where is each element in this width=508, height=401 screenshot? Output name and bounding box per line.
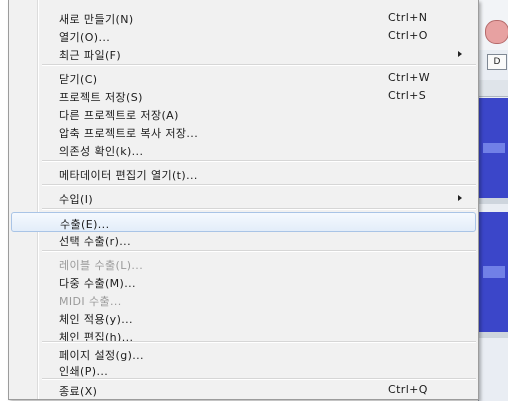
- menu-item-label: 다른 프로젝트로 저장(A): [59, 109, 179, 122]
- menu-item-edit-chains[interactable]: 체인 편집(h)...: [11, 326, 476, 346]
- menu-item-label: MIDI 수출...: [59, 295, 122, 308]
- background-record-button[interactable]: [485, 20, 508, 44]
- menu-item-save-project-as[interactable]: 다른 프로젝트로 저장(A): [11, 104, 476, 124]
- menu-item-exit[interactable]: 종료(X) Ctrl+Q: [11, 380, 476, 400]
- menu-item-shortcut: Ctrl+Q: [388, 383, 428, 396]
- background-waveform-track: [479, 98, 508, 198]
- background-app-window: D: [478, 0, 508, 401]
- menu-item-label: 압축 프로젝트로 복사 저장...: [59, 127, 199, 140]
- menu-item-close[interactable]: 닫기(C) Ctrl+W: [11, 68, 476, 88]
- menu-item-shortcut: Ctrl+O: [388, 29, 428, 42]
- submenu-arrow-icon: [458, 51, 462, 57]
- menu-item-recent-files[interactable]: 최근 파일(F): [11, 44, 476, 64]
- menu-item-label: 수입(I): [59, 193, 94, 206]
- menu-item-print[interactable]: 인쇄(P)...: [11, 360, 476, 380]
- menu-item-label: 다중 수출(M)...: [59, 277, 136, 290]
- menu-item-label: 인쇄(P)...: [59, 365, 109, 378]
- background-track-divider: [479, 198, 508, 204]
- menu-item-shortcut: Ctrl+N: [388, 11, 428, 24]
- file-menu: 새로 만들기(N) Ctrl+N 열기(O)... Ctrl+O 최근 파일(F…: [8, 0, 479, 400]
- menu-separator: [42, 378, 476, 379]
- menu-item-export[interactable]: 수출(E)...: [11, 212, 476, 232]
- menu-item-label: 체인 편집(h)...: [59, 331, 134, 344]
- menu-item-shortcut: Ctrl+S: [388, 89, 427, 102]
- menu-item-label: 레이블 수출(L)...: [59, 259, 144, 272]
- background-track-divider: [479, 332, 508, 338]
- menu-item-label: 열기(O)...: [59, 31, 111, 44]
- menu-item-export-midi[interactable]: MIDI 수출...: [11, 290, 476, 310]
- menu-item-export-selection[interactable]: 선택 수출(r)...: [11, 230, 476, 250]
- submenu-arrow-icon: [458, 195, 462, 201]
- menu-item-label: 선택 수출(r)...: [59, 235, 131, 248]
- menu-separator: [42, 64, 476, 65]
- menu-separator: [42, 160, 476, 161]
- menu-item-label: 의존성 확인(k)...: [59, 145, 144, 158]
- menu-item-export-multiple[interactable]: 다중 수출(M)...: [11, 272, 476, 292]
- menu-item-label: 종료(X): [59, 385, 98, 398]
- menu-item-metadata-editor[interactable]: 메타데이터 편집기 열기(t)...: [11, 164, 476, 184]
- menu-item-label: 닫기(C): [59, 73, 98, 86]
- menu-item-open[interactable]: 열기(O)... Ctrl+O: [11, 26, 476, 46]
- menu-item-label: 새로 만들기(N): [59, 13, 134, 26]
- background-waveform-track: [479, 212, 508, 332]
- menu-item-apply-chain[interactable]: 체인 적용(y)...: [11, 308, 476, 328]
- menu-item-save-compressed-copy[interactable]: 압축 프로젝트로 복사 저장...: [11, 122, 476, 142]
- menu-item-shortcut: Ctrl+W: [388, 71, 431, 84]
- menu-separator: [42, 250, 476, 251]
- menu-item-label: 메타데이터 편집기 열기(t)...: [59, 169, 198, 182]
- menu-item-check-dependencies[interactable]: 의존성 확인(k)...: [11, 140, 476, 160]
- menu-item-label: 최근 파일(F): [59, 49, 122, 62]
- menu-item-label: 프로젝트 저장(S): [59, 91, 143, 104]
- menu-item-export-labels[interactable]: 레이블 수출(L)...: [11, 254, 476, 274]
- menu-separator: [42, 208, 476, 209]
- menu-item-label: 체인 적용(y)...: [59, 313, 133, 326]
- menu-separator: [42, 184, 476, 185]
- menu-item-import[interactable]: 수입(I): [11, 188, 476, 208]
- menu-item-new[interactable]: 새로 만들기(N) Ctrl+N: [11, 8, 476, 28]
- menu-item-save-project[interactable]: 프로젝트 저장(S) Ctrl+S: [11, 86, 476, 106]
- background-timeline-ruler: [479, 80, 508, 97]
- background-tool-button[interactable]: D: [487, 54, 507, 70]
- menu-separator: [42, 341, 476, 342]
